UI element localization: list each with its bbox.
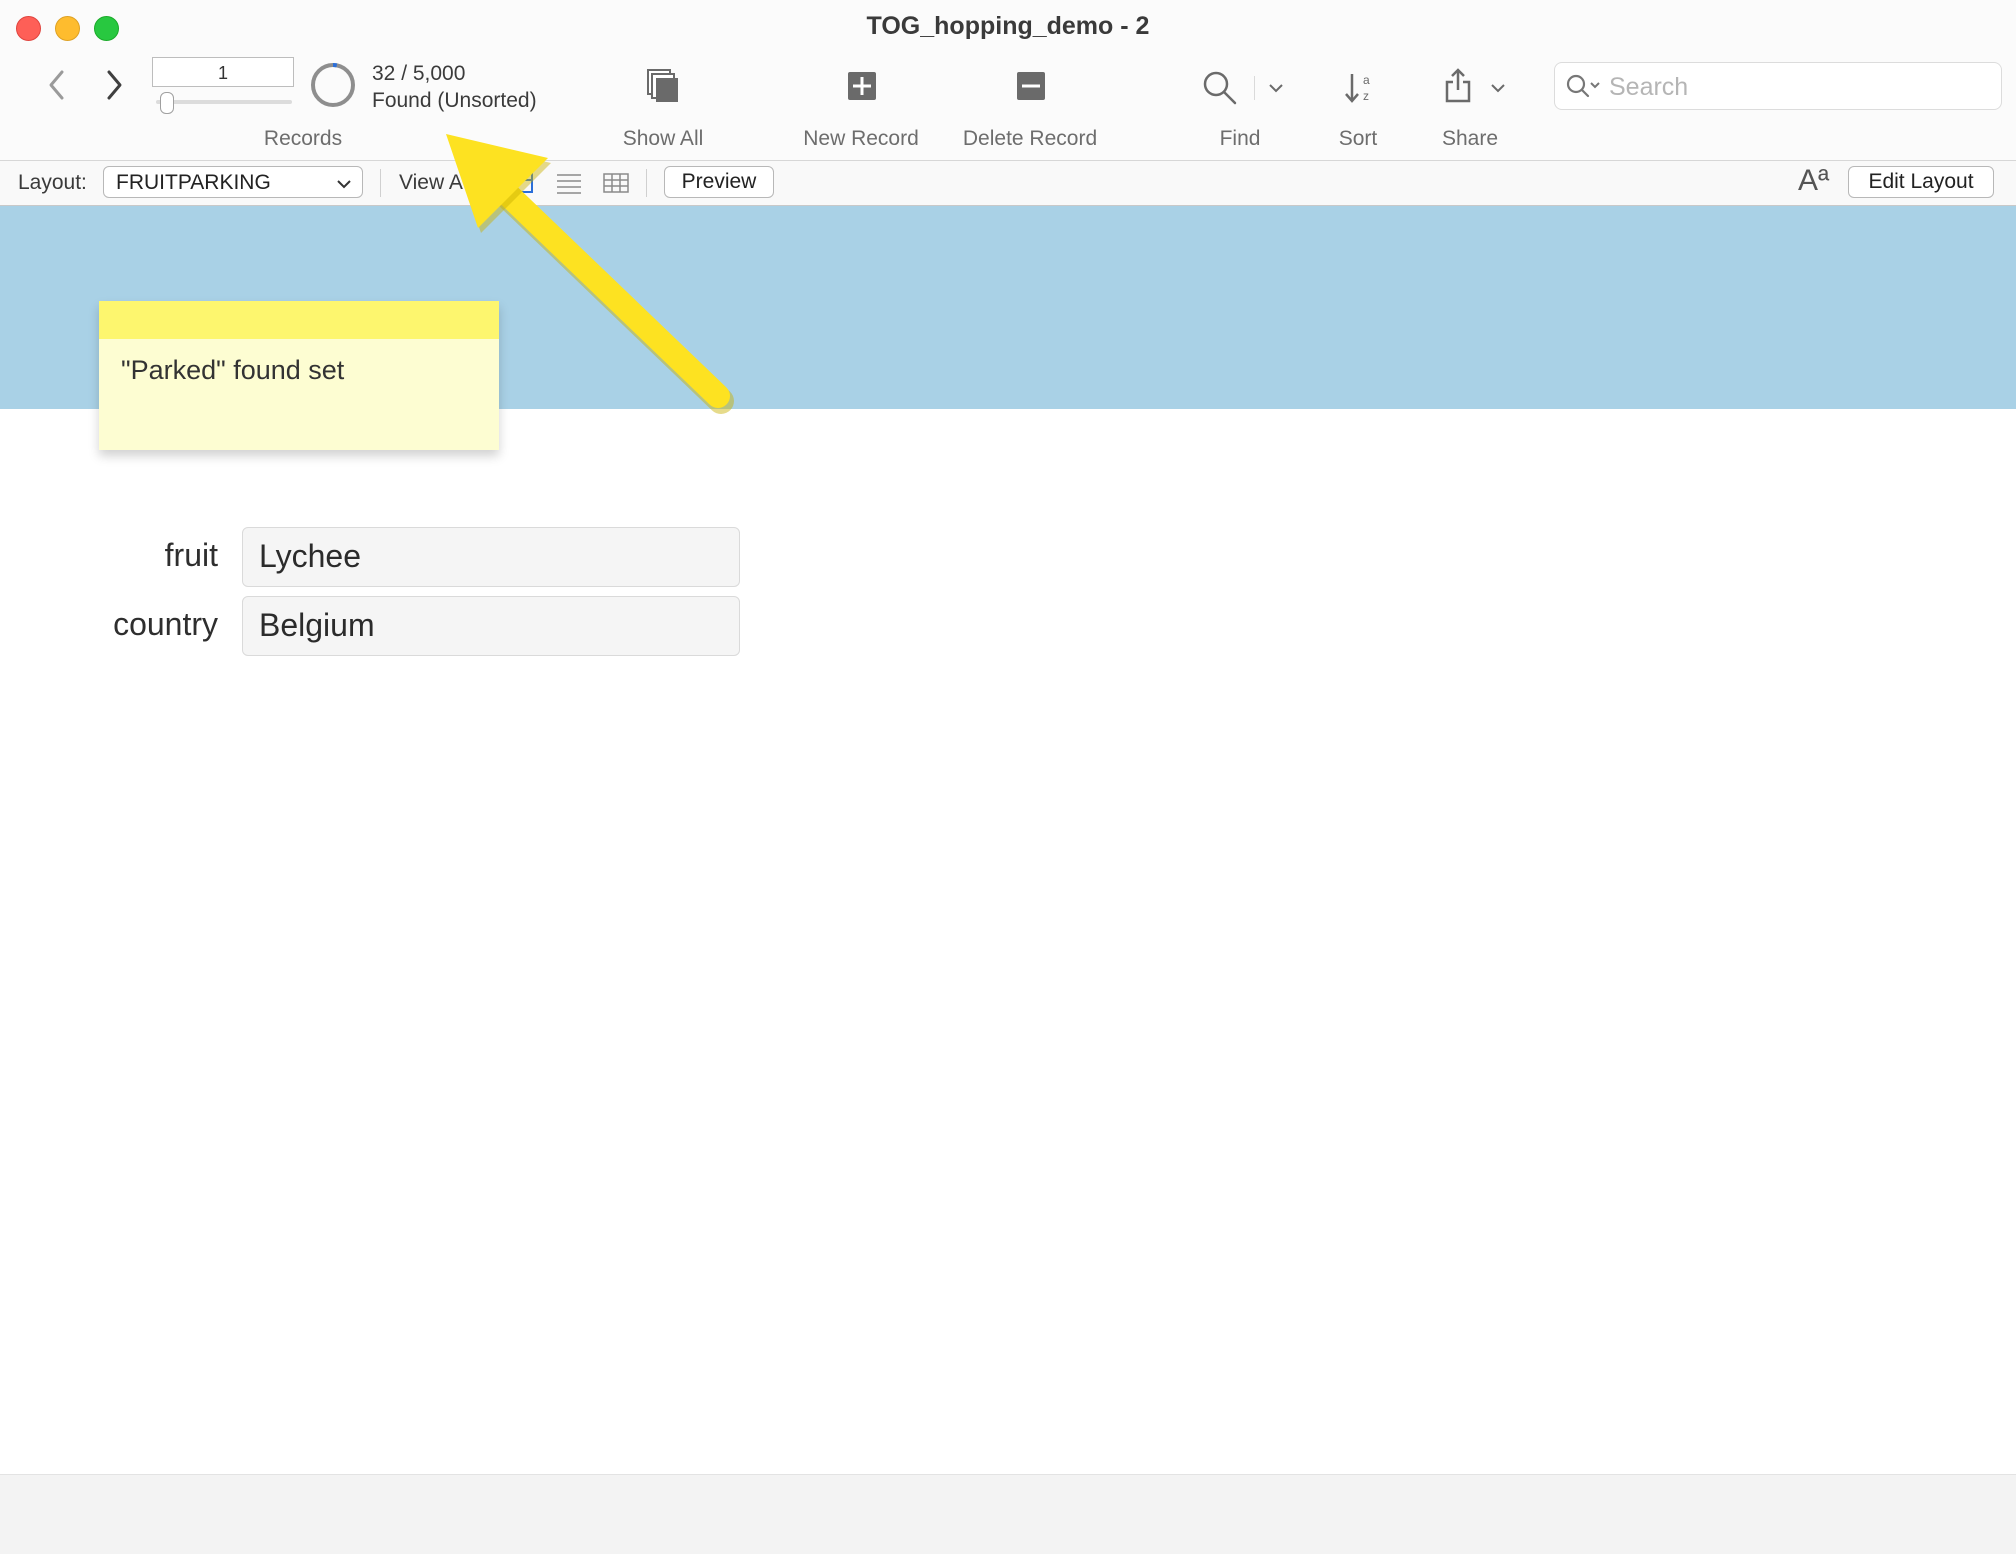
sort-icon: a z [1345, 73, 1370, 103]
fruit-field[interactable]: Lychee [242, 527, 740, 587]
layout-label: Layout: [18, 171, 87, 194]
magnifier-icon [1203, 71, 1237, 105]
table-view-icon[interactable] [602, 172, 630, 194]
sticky-note-strip [99, 301, 499, 339]
window-title: TOG_hopping_demo - 2 [866, 12, 1150, 40]
sticky-note-text: "Parked" found set [121, 355, 345, 385]
find-label: Find [1219, 127, 1261, 150]
delete-record-label: Delete Record [962, 127, 1098, 150]
find-menu-chevron-icon[interactable] [1268, 82, 1284, 94]
show-all-icon [647, 69, 678, 102]
found-set-pie-icon [311, 63, 355, 107]
found-status: Found (Unsorted) [372, 89, 537, 112]
status-bar [0, 1474, 2016, 1554]
record-slider-thumb[interactable] [160, 92, 174, 114]
layout-select-value: FRUITPARKING [116, 171, 271, 194]
share-label: Share [1441, 127, 1499, 150]
records-label: Records [263, 127, 343, 150]
share-icon [1445, 68, 1471, 103]
new-record-label: New Record [803, 127, 919, 150]
view-divider [646, 169, 647, 197]
previous-record-icon[interactable] [46, 68, 68, 108]
filemaker-window: TOG_hopping_demo - 2 1 32 / 5,000 Found … [0, 0, 2016, 1554]
layoutbar-divider [380, 169, 381, 197]
list-view-icon[interactable] [555, 172, 583, 194]
toolbar-area: TOG_hopping_demo - 2 1 32 / 5,000 Found … [0, 0, 2016, 161]
svg-text:z: z [1363, 89, 1369, 103]
show-all-label: Show All [622, 127, 704, 150]
quick-find-search[interactable] [1554, 62, 2002, 110]
record-slider[interactable] [156, 100, 292, 104]
share-menu-chevron-icon[interactable] [1490, 82, 1506, 94]
field-label-fruit: fruit [164, 537, 218, 573]
fruit-field-value: Lychee [259, 538, 361, 574]
plus-icon [848, 72, 876, 100]
form-view-icon[interactable] [506, 172, 534, 194]
preview-button[interactable]: Preview [664, 166, 774, 198]
text-size-icon[interactable]: Aª [1798, 164, 1829, 198]
search-icon [1566, 74, 1600, 98]
find-divider [1254, 76, 1255, 100]
found-count: 32 / 5,000 [372, 62, 466, 85]
layout-select[interactable]: FRUITPARKING [103, 166, 363, 198]
next-record-icon[interactable] [103, 68, 125, 108]
sticky-note: "Parked" found set [99, 301, 499, 450]
field-label-country: country [113, 606, 218, 642]
sort-label: Sort [1338, 127, 1378, 150]
country-field[interactable]: Belgium [242, 596, 740, 656]
current-record-field[interactable]: 1 [152, 57, 294, 87]
svg-text:a: a [1363, 73, 1370, 87]
layout-bar: Layout: FRUITPARKING View A Preview Aª E… [0, 161, 2016, 206]
view-as-label: View A [399, 171, 463, 194]
edit-layout-button[interactable]: Edit Layout [1848, 166, 1994, 198]
minus-icon [1017, 72, 1045, 100]
country-field-value: Belgium [259, 607, 375, 643]
search-input[interactable] [1607, 69, 1991, 105]
chevron-down-icon [337, 180, 351, 189]
